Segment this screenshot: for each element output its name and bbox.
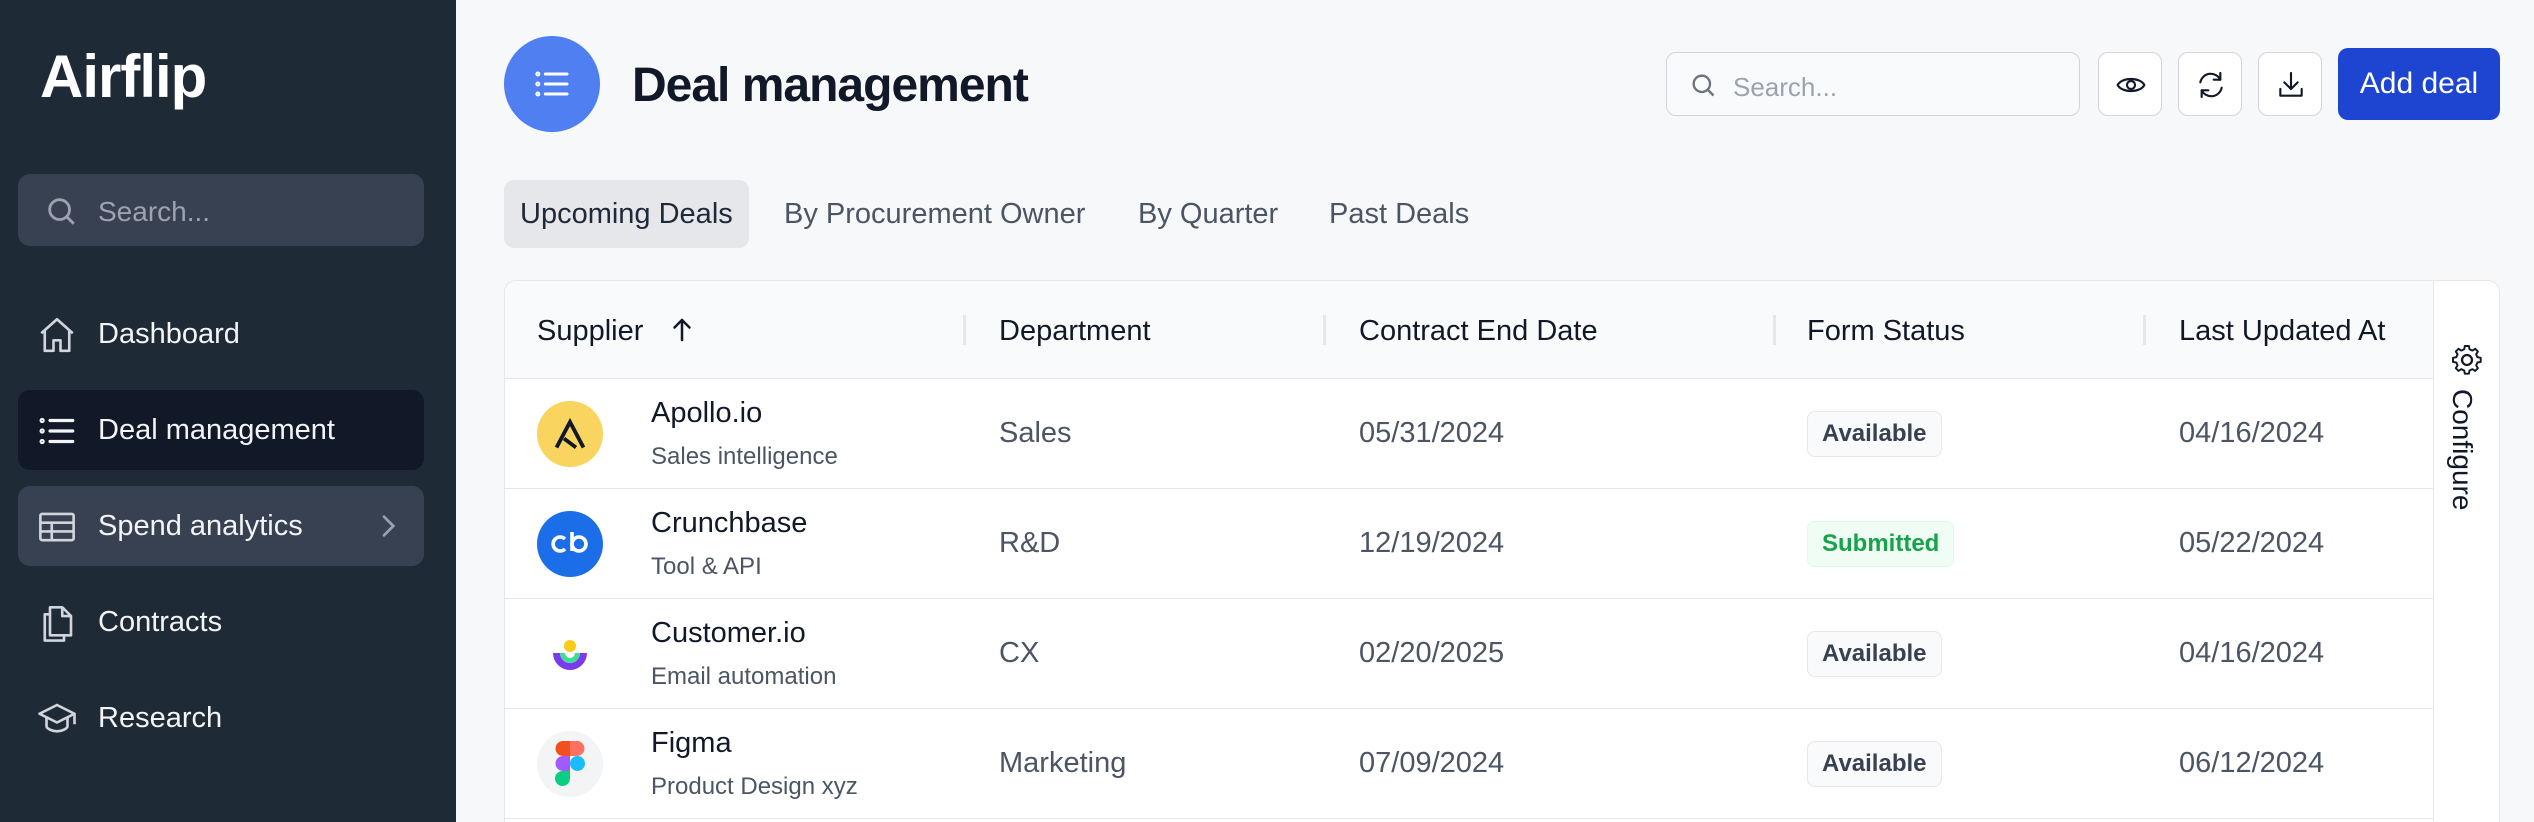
column-divider[interactable] [2143, 315, 2146, 345]
sidebar-item-label: Spend analytics [98, 510, 303, 542]
sidebar-item-research[interactable]: Research [18, 678, 424, 758]
column-divider[interactable] [963, 315, 966, 345]
supplier-name: Crunchbase [651, 507, 808, 539]
download-icon [2279, 71, 2303, 97]
table-header: Supplier Department Contract End Date Fo… [505, 281, 2433, 379]
status-badge: Available [1807, 741, 1942, 787]
column-header-supplier[interactable]: Supplier [537, 315, 643, 348]
configure-label: Configure [2447, 389, 2478, 511]
sidebar-item-label: Research [98, 702, 223, 734]
status-badge: Available [1807, 411, 1942, 457]
refresh-icon [2199, 71, 2223, 99]
view-button[interactable] [2098, 52, 2162, 116]
status-badge: Submitted [1807, 521, 1955, 567]
figma-logo [537, 731, 603, 797]
sidebar-item-contracts[interactable]: Contracts [18, 582, 424, 662]
column-header-contract-end-date[interactable]: Contract End Date [1359, 315, 1598, 348]
add-deal-button[interactable]: Add deal [2338, 48, 2500, 120]
list-icon [535, 71, 569, 97]
customer-io-logo [537, 621, 603, 687]
supplier-category: Sales intelligence [651, 443, 838, 470]
sidebar: Airflip Search... Dashboard Deal managem… [0, 0, 456, 822]
sidebar-search-input[interactable]: Search... [18, 174, 424, 246]
last-updated-cell: 06/12/2024 [2179, 747, 2325, 779]
sidebar-item-label: Contracts [98, 606, 223, 638]
tab-past-deals[interactable]: Past Deals [1313, 180, 1485, 248]
supplier-name: Figma [651, 727, 732, 759]
header-search-placeholder: Search... [1733, 72, 1838, 102]
department-cell: R&D [999, 527, 1061, 559]
chevron-right-icon[interactable] [372, 510, 404, 542]
sidebar-item-dashboard[interactable]: Dashboard [18, 294, 424, 374]
sidebar-item-spend-analytics[interactable]: Spend analytics [18, 486, 424, 566]
last-updated-cell: 04/16/2024 [2179, 637, 2325, 669]
last-updated-cell: 05/22/2024 [2179, 527, 2325, 559]
sidebar-item-label: Dashboard [98, 318, 240, 350]
home-icon [40, 317, 74, 353]
column-divider[interactable] [1323, 315, 1326, 345]
contract-end-date-cell: 05/31/2024 [1359, 417, 1505, 449]
sidebar-search-placeholder: Search... [98, 196, 211, 227]
search-icon [48, 198, 75, 225]
refresh-button[interactable] [2178, 52, 2242, 116]
supplier-category: Tool & API [651, 553, 762, 580]
crunchbase-logo [537, 511, 603, 577]
column-header-last-updated-at[interactable]: Last Updated At [2179, 315, 2385, 348]
documents-icon [43, 605, 73, 642]
supplier-name: Apollo.io [651, 397, 763, 429]
sidebar-item-deal-management[interactable]: Deal management [18, 390, 424, 470]
sidebar-item-label: Deal management [98, 414, 335, 446]
apollo-logo [537, 401, 603, 467]
supplier-category: Product Design xyz [651, 773, 858, 800]
department-cell: Marketing [999, 747, 1127, 779]
tab-by-procurement-owner[interactable]: By Procurement Owner [768, 180, 1101, 248]
department-cell: Sales [999, 417, 1072, 449]
table-icon [39, 512, 75, 542]
deals-table: Supplier Department Contract End Date Fo… [504, 280, 2434, 822]
list-icon [39, 417, 75, 445]
last-updated-cell: 04/16/2024 [2179, 417, 2325, 449]
column-divider[interactable] [1773, 315, 1776, 345]
download-button[interactable] [2258, 52, 2322, 116]
brand-logo[interactable]: Airflip [40, 42, 207, 111]
search-icon [1692, 74, 1715, 97]
contract-end-date-cell: 12/19/2024 [1359, 527, 1505, 559]
column-header-department[interactable]: Department [999, 315, 1151, 348]
tab-by-quarter[interactable]: By Quarter [1122, 180, 1294, 248]
department-cell: CX [999, 637, 1040, 669]
table-row[interactable]: Apollo.io Sales intelligence Sales 05/31… [505, 379, 2433, 489]
supplier-name: Customer.io [651, 617, 806, 649]
table-row[interactable]: Figma Product Design xyz Marketing 07/09… [505, 709, 2433, 819]
academic-cap-icon [38, 703, 76, 733]
contract-end-date-cell: 07/09/2024 [1359, 747, 1505, 779]
sort-ascending-icon[interactable] [667, 315, 697, 345]
table-row[interactable]: Crunchbase Tool & API R&D 12/19/2024 Sub… [505, 489, 2433, 599]
page-title: Deal management [632, 59, 1029, 112]
header-search-input[interactable]: Search... [1666, 52, 2080, 116]
configure-panel-button[interactable]: Configure [2434, 280, 2500, 822]
tab-upcoming-deals[interactable]: Upcoming Deals [504, 180, 749, 248]
eye-icon [2116, 77, 2146, 93]
contract-end-date-cell: 02/20/2025 [1359, 637, 1505, 669]
supplier-category: Email automation [651, 663, 837, 690]
status-badge: Available [1807, 631, 1942, 677]
table-row[interactable]: Customer.io Email automation CX 02/20/20… [505, 599, 2433, 709]
page-icon [504, 36, 600, 132]
column-header-form-status[interactable]: Form Status [1807, 315, 1965, 348]
gear-icon [2452, 345, 2482, 375]
